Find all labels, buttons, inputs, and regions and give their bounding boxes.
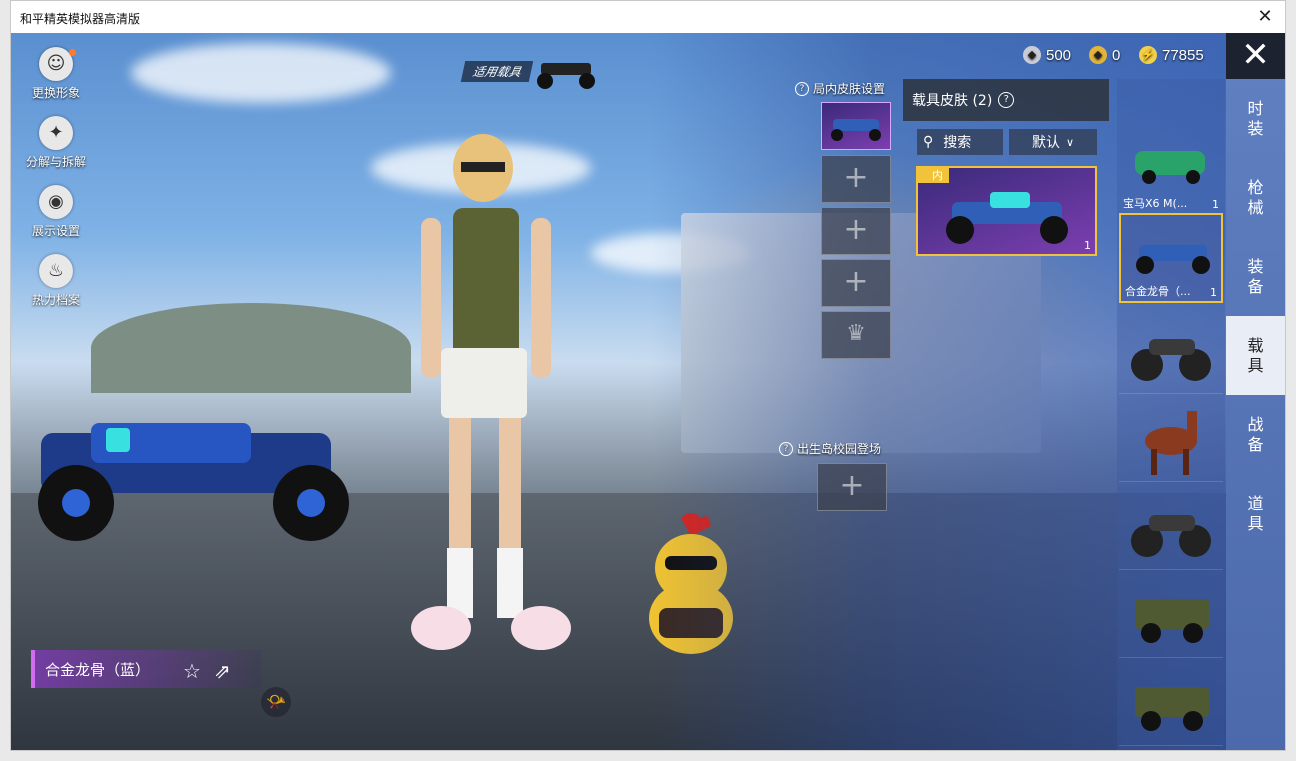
skin-slot-locked[interactable]: ♛ (821, 311, 891, 359)
tab-label: 载具 (1247, 335, 1264, 375)
display-settings-button[interactable]: ◉ 展示设置 (25, 185, 87, 254)
entrance-slot-add[interactable]: + (817, 463, 887, 511)
jeep-icon (1135, 687, 1209, 731)
skin-slot-add[interactable]: + (821, 155, 891, 203)
change-avatar-button[interactable]: ☺ 更换形象 (25, 47, 87, 116)
skin-slot-add[interactable]: + (821, 259, 891, 307)
vehicle-count: 1 (1212, 198, 1219, 211)
left-menu-label: 热力档案 (31, 293, 80, 307)
currency-gold: ◆ 0 (1089, 45, 1120, 65)
cloud (131, 43, 391, 103)
tab-fashion[interactable]: 时装 (1226, 79, 1285, 158)
jeep-icon (1135, 599, 1209, 643)
currency-value: 77855 (1162, 46, 1204, 64)
vehicle-list: 宝马X6 M(... 1 合金龙骨（... 1 (1117, 79, 1225, 750)
applicable-vehicle-tag: 适用载具 (460, 61, 534, 82)
coin-gold-icon: ◆ (1089, 46, 1107, 64)
vehicle-slot-alloy-keel[interactable]: 合金龙骨（... 1 (1119, 213, 1223, 303)
kart-vehicle (38, 423, 349, 541)
tab-preparation[interactable]: 战备 (1226, 395, 1285, 474)
sort-label: 默认 (1031, 135, 1060, 151)
search-icon: ⚲ (923, 134, 934, 150)
skin-search-input[interactable]: ⚲ 搜索 (917, 129, 1003, 155)
vehicle-skins-title: 载具皮肤 (2) (912, 93, 993, 109)
currency-coupon: ⚡ 77855 (1139, 45, 1204, 65)
tab-label: 枪械 (1247, 177, 1264, 217)
currency-value: 500 (1046, 46, 1072, 64)
crown-icon: ♛ (846, 321, 866, 346)
kart-icon (1136, 245, 1210, 274)
vehicle-name: 宝马X6 M(... (1123, 197, 1188, 210)
in-game-skin-text: 局内皮肤设置 (813, 82, 886, 96)
vehicle-slot-horse[interactable] (1119, 395, 1223, 482)
eye-icon: ◉ (39, 185, 73, 219)
skin-count: 1 (1084, 239, 1091, 252)
title-bar: 和平精英模拟器高清版 ✕ (11, 1, 1285, 33)
puzzle-icon: ✦ (39, 116, 73, 150)
vehicle-slot-motorcycle-2[interactable] (1119, 483, 1223, 570)
favorite-star-icon[interactable]: ☆ (183, 659, 201, 683)
motorcycle-icon (1131, 515, 1211, 557)
search-label: 搜索 (943, 135, 972, 151)
tab-equipment[interactable]: 装备 (1226, 237, 1285, 316)
coupon-icon: ⚡ (1139, 46, 1157, 64)
tab-label: 战备 (1247, 414, 1264, 454)
skin-card-alloy-keel[interactable]: 内 1 (916, 166, 1097, 256)
chevron-down-icon: ∨ (1065, 135, 1075, 149)
tab-label: 道具 (1247, 493, 1264, 533)
vehicle-slot-jeep[interactable] (1119, 571, 1223, 658)
tab-guns[interactable]: 枪械 (1226, 158, 1285, 237)
tab-label: 装备 (1247, 256, 1264, 296)
category-tabs: 时装 枪械 装备 载具 战备 道具 (1226, 79, 1285, 750)
left-menu-label: 分解与拆解 (25, 155, 86, 169)
buggy-icon (537, 63, 595, 89)
vehicle-slot-motorcycle[interactable] (1119, 307, 1223, 394)
entrance-text: 出生岛校园登场 (797, 442, 882, 456)
vehicle-count: 1 (1210, 286, 1217, 299)
help-icon[interactable]: ? (998, 92, 1015, 108)
horn-icon[interactable]: 📯 (261, 687, 291, 717)
heat-archive-button[interactable]: ♨ 热力档案 (25, 254, 87, 323)
tab-vehicles[interactable]: 载具 (1226, 316, 1285, 395)
vehicle-slot-jeep-2[interactable] (1119, 659, 1223, 746)
currency-silver: ◆ 500 (1023, 45, 1071, 65)
help-icon: ? (779, 441, 793, 456)
tab-props[interactable]: 道具 (1226, 474, 1285, 553)
skin-slot-add[interactable]: + (821, 207, 891, 255)
skin-slot-1[interactable] (821, 102, 891, 150)
currency-value: 0 (1112, 46, 1121, 64)
close-panel-button[interactable]: ✕ (1226, 33, 1285, 79)
player-character (411, 134, 571, 650)
flame-icon: ♨ (39, 254, 73, 288)
vehicle-slot-bmw[interactable]: 宝马X6 M(... 1 (1119, 127, 1223, 214)
share-icon[interactable]: ⇗ (214, 659, 231, 683)
left-menu: ☺ 更换形象 ✦ 分解与拆解 ◉ 展示设置 ♨ 热力档案 (25, 47, 87, 323)
left-menu-label: 更换形象 (31, 86, 80, 100)
game-viewport: ☺ 更换形象 ✦ 分解与拆解 ◉ 展示设置 ♨ 热力档案 适用载具 ◆ 500 … (11, 33, 1285, 750)
window-close-button[interactable]: ✕ (1253, 5, 1277, 29)
in-game-skin-label[interactable]: ? 局内皮肤设置 (795, 80, 885, 97)
horse-icon (1145, 411, 1197, 475)
avatar-icon: ☺ (39, 47, 73, 81)
app-window: 和平精英模拟器高清版 ✕ ☺ 更换形象 ✦ 分解与拆解 ◉ 展示设置 ♨ 热力档… (10, 0, 1286, 751)
coin-silver-icon: ◆ (1023, 46, 1041, 64)
suv-icon (1135, 151, 1205, 184)
vehicle-name: 合金龙骨（... (1125, 285, 1191, 298)
window-title: 和平精英模拟器高清版 (20, 12, 141, 26)
entrance-label[interactable]: ? 出生岛校园登场 (779, 440, 881, 457)
kart-icon (946, 192, 1068, 244)
dismantle-button[interactable]: ✦ 分解与拆解 (25, 116, 87, 185)
motorcycle-icon (1131, 339, 1211, 381)
help-icon: ? (795, 81, 809, 96)
mountain (91, 303, 411, 393)
vehicle-skins-header: 载具皮肤 (2) ? (903, 79, 1109, 121)
left-menu-label: 展示设置 (31, 224, 80, 238)
notification-dot (69, 49, 76, 56)
kart-icon (831, 119, 881, 141)
tab-label: 时装 (1247, 98, 1264, 138)
sort-dropdown[interactable]: 默认 ∨ (1009, 129, 1097, 155)
